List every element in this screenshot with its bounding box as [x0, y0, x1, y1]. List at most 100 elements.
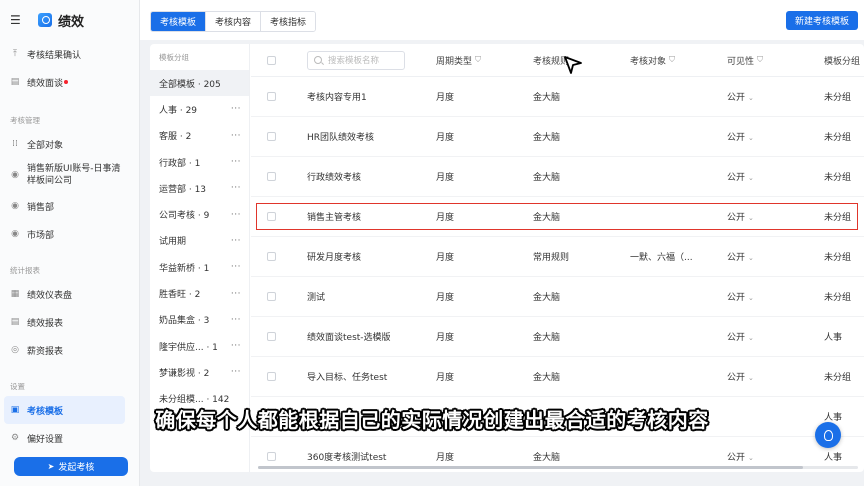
search-icon: [314, 56, 322, 64]
help-button[interactable]: [815, 422, 841, 448]
template-group: 未分组: [824, 253, 852, 263]
more-icon[interactable]: ···: [231, 210, 241, 220]
row-checkbox[interactable]: [267, 92, 276, 101]
search-input[interactable]: 搜索模板名称: [307, 50, 405, 70]
select-all-checkbox[interactable]: [267, 55, 276, 65]
scrollbar-thumb[interactable]: [258, 466, 803, 469]
table-row[interactable]: HR团队绩效考核 月度 金大脑 公开 ⌄ 未分组: [251, 117, 864, 157]
more-icon[interactable]: ···: [231, 262, 241, 272]
group-item[interactable]: 胜香旺 · 2 ···: [150, 280, 249, 306]
visibility[interactable]: 公开 ⌄: [727, 450, 824, 463]
more-icon[interactable]: ···: [231, 183, 241, 193]
row-checkbox[interactable]: [267, 372, 276, 381]
table-row[interactable]: 研发月度考核 月度 常用规则 一默、六福（... 公开 ⌄ 未分组: [251, 237, 864, 277]
app-logo-icon: [38, 13, 52, 27]
review-target: 一默、六福（...: [630, 253, 693, 263]
sidebar-item-salary[interactable]: ◎ 薪资报表: [0, 336, 139, 364]
launch-review-button[interactable]: ➤ 发起考核: [14, 457, 128, 476]
sidebar-item-dashboard[interactable]: ▦ 绩效仪表盘: [0, 280, 139, 308]
chevron-down-icon[interactable]: ⌄: [748, 94, 754, 102]
tab-indicators[interactable]: 考核指标: [261, 12, 316, 31]
row-checkbox[interactable]: [267, 292, 276, 301]
more-icon[interactable]: ···: [231, 315, 241, 325]
groups-header: 模板分组: [159, 52, 189, 62]
chevron-down-icon[interactable]: ⌄: [748, 454, 754, 462]
group-item[interactable]: 梦谦影视 · 2 ···: [150, 359, 249, 385]
template-group: 未分组: [824, 93, 852, 103]
group-item[interactable]: 运营部 · 13 ···: [150, 175, 249, 201]
salary-icon: ◎: [11, 345, 19, 355]
row-checkbox[interactable]: [267, 452, 276, 461]
group-item[interactable]: 行政部 · 1 ···: [150, 149, 249, 175]
template-group: 未分组: [824, 133, 852, 143]
visibility[interactable]: 公开 ⌄: [727, 250, 824, 263]
new-template-button[interactable]: 新建考核模板: [785, 11, 858, 30]
chevron-down-icon[interactable]: ⌄: [748, 294, 754, 302]
template-name: 研发月度考核: [307, 253, 362, 263]
sidebar-item-interview[interactable]: ▤ 绩效面谈: [0, 68, 139, 96]
group-item[interactable]: 隆宇供应... · 1 ···: [150, 333, 249, 359]
org-icon: ◉: [11, 170, 19, 180]
row-checkbox[interactable]: [267, 132, 276, 141]
sidebar-item-report[interactable]: ▤ 绩效报表: [0, 308, 139, 336]
filter-icon[interactable]: ⛉: [757, 55, 763, 65]
row-checkbox[interactable]: [267, 332, 276, 341]
menu-icon[interactable]: ☰: [10, 13, 28, 27]
tab-group: 考核模板 考核内容 考核指标: [150, 11, 317, 32]
more-icon[interactable]: ···: [231, 341, 241, 351]
group-item[interactable]: 华益新桥 · 1 ···: [150, 254, 249, 280]
tab-content[interactable]: 考核内容: [206, 12, 262, 31]
section-stats: 统计报表: [10, 266, 40, 275]
group-item[interactable]: 奶品集盒 · 3 ···: [150, 307, 249, 333]
more-icon[interactable]: ···: [231, 236, 241, 246]
chevron-down-icon[interactable]: ⌄: [748, 134, 754, 142]
table-row[interactable]: 考核内容专用1 月度 金大脑 公开 ⌄ 未分组: [251, 77, 864, 117]
review-rule: 金大脑: [533, 453, 561, 463]
period-type: 月度: [436, 333, 455, 343]
group-item[interactable]: 人事 · 29 ···: [150, 96, 249, 122]
chevron-down-icon[interactable]: ⌄: [748, 174, 754, 182]
filter-icon[interactable]: ⛉: [475, 55, 481, 65]
more-icon[interactable]: ···: [231, 131, 241, 141]
more-icon[interactable]: ···: [231, 367, 241, 377]
chevron-down-icon[interactable]: ⌄: [748, 334, 754, 342]
visibility[interactable]: 公开 ⌄: [727, 90, 824, 103]
sidebar-item-result-confirm[interactable]: ⤒ 考核结果确认: [0, 40, 139, 68]
group-item[interactable]: 全部模板 · 205: [150, 70, 249, 97]
col-visibility[interactable]: 可见性 ⛉: [727, 54, 824, 67]
visibility[interactable]: 公开 ⌄: [727, 130, 824, 143]
col-target[interactable]: 考核对象 ⛉: [630, 54, 727, 67]
group-item[interactable]: 试用期 ···: [150, 228, 249, 254]
visibility[interactable]: 公开 ⌄: [727, 370, 824, 383]
more-icon[interactable]: ···: [231, 289, 241, 299]
filter-icon[interactable]: ⛉: [669, 55, 675, 65]
table-row[interactable]: 测试 月度 金大脑 公开 ⌄ 未分组: [251, 277, 864, 317]
group-item[interactable]: 公司考核 · 9 ···: [150, 201, 249, 227]
visibility[interactable]: 公开 ⌄: [727, 290, 824, 303]
sidebar-item-company[interactable]: ◉ 销售新版UI账号-日事清 样板间公司: [0, 158, 139, 192]
review-rule: 常用规则: [533, 253, 570, 263]
chevron-down-icon[interactable]: ⌄: [748, 254, 754, 262]
col-period[interactable]: 周期类型 ⛉: [436, 54, 533, 67]
template-group: 人事: [824, 333, 843, 343]
grid-icon: ⁞⁞: [12, 139, 18, 149]
chevron-down-icon[interactable]: ⌄: [748, 374, 754, 382]
visibility[interactable]: 公开 ⌄: [727, 330, 824, 343]
group-label: 运营部 · 13: [159, 184, 207, 195]
more-icon[interactable]: ···: [231, 104, 241, 114]
group-item[interactable]: 客服 · 2 ···: [150, 123, 249, 149]
horizontal-scrollbar[interactable]: [258, 466, 858, 469]
table-row[interactable]: 行政绩效考核 月度 金大脑 公开 ⌄ 未分组: [251, 157, 864, 197]
table-row[interactable]: 导入目标、任务test 月度 金大脑 公开 ⌄ 未分组: [251, 357, 864, 397]
visibility[interactable]: 公开 ⌄: [727, 170, 824, 183]
table-row[interactable]: 绩效面谈test-选模版 月度 金大脑 公开 ⌄ 人事: [251, 317, 864, 357]
sidebar-item-sales[interactable]: ◉ 销售部: [0, 192, 139, 220]
sidebar-item-marketing[interactable]: ◉ 市场部: [0, 220, 139, 248]
col-group[interactable]: 模板分组: [824, 54, 864, 67]
tab-templates[interactable]: 考核模板: [151, 12, 207, 31]
more-icon[interactable]: ···: [231, 157, 241, 167]
period-type: 月度: [436, 293, 455, 303]
row-checkbox[interactable]: [267, 172, 276, 181]
sidebar-item-all-targets[interactable]: ⁞⁞ 全部对象: [0, 130, 139, 158]
row-checkbox[interactable]: [267, 252, 276, 261]
